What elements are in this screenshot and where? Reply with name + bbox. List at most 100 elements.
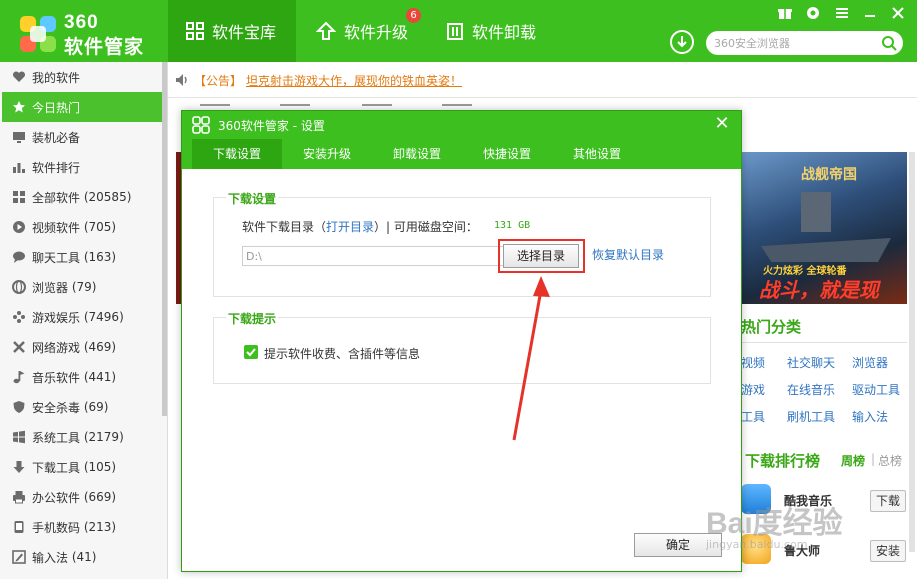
sidebar-item-browser[interactable]: 浏览器 (79): [2, 272, 162, 302]
close-icon[interactable]: [888, 6, 908, 22]
sidebar-scrollbar[interactable]: [162, 62, 167, 416]
notice-link[interactable]: 坦克射击游戏大作，展现你的铁血英姿！: [246, 72, 462, 89]
tab-install-upgrade[interactable]: 安装升级: [282, 139, 372, 169]
hot-category-link[interactable]: 游戏: [741, 381, 765, 398]
tab-software-library[interactable]: 软件宝库: [168, 0, 296, 62]
dialog-title: 360软件管家 - 设置: [218, 119, 325, 133]
sidebar-item-chat[interactable]: 聊天工具 (163): [2, 242, 162, 272]
open-dir-link[interactable]: 打开目录: [326, 220, 374, 234]
app-header: 360 软件管家 软件宝库 软件升级 6 软件卸载 360安全浏览器: [0, 0, 917, 62]
tab-label: 软件升级: [344, 23, 409, 42]
sidebar-item-label: 今日热门: [32, 100, 81, 115]
download-tip-group: 下载提示 提示软件收费、含插件等信息: [213, 310, 711, 384]
search-icon[interactable]: [881, 35, 897, 51]
sidebar-item-count: (213): [83, 520, 117, 534]
tab-other-settings[interactable]: 其他设置: [552, 139, 642, 169]
sidebar-item-my-software[interactable]: 我的软件: [2, 62, 162, 92]
sidebar-item-label: 系统工具: [32, 430, 81, 445]
sidebar-item-count: (705): [83, 220, 117, 234]
tab-uninstall-settings[interactable]: 卸载设置: [372, 139, 462, 169]
tab-shortcut-settings[interactable]: 快捷设置: [462, 139, 552, 169]
sidebar-item-games[interactable]: 游戏娱乐 (7496): [2, 302, 162, 332]
sidebar-item-download-tools[interactable]: 下载工具 (105): [2, 452, 162, 482]
divider: [741, 342, 907, 343]
dialog-tabs: 下载设置 安装升级 卸载设置 快捷设置 其他设置: [182, 139, 741, 169]
sidebar-item-label: 全部软件: [32, 190, 81, 205]
tab-download-settings[interactable]: 下载设置: [192, 139, 282, 169]
sidebar-item-office[interactable]: 办公软件 (669): [2, 482, 162, 512]
skin-icon[interactable]: [803, 6, 823, 22]
dialog-close-icon[interactable]: ✕: [712, 114, 732, 134]
install-button[interactable]: 安装: [870, 540, 906, 562]
monitor-icon: [13, 132, 25, 143]
group-title: 下载设置: [226, 190, 279, 207]
sidebar-item-system-tools[interactable]: 系统工具 (2179): [2, 422, 162, 452]
dir-label-end: ）| 可用磁盘空间：: [374, 220, 478, 234]
trash-icon: [447, 23, 463, 40]
shield-icon: [13, 401, 25, 413]
tab-software-uninstall[interactable]: 软件卸载: [428, 0, 556, 62]
sidebar-item-label: 办公软件: [32, 490, 81, 505]
download-path-field[interactable]: [242, 246, 504, 266]
dialog-titlebar[interactable]: 360软件管家 - 设置 ✕: [182, 111, 741, 139]
logo-name: 软件管家: [64, 36, 145, 58]
sidebar-item-ranking[interactable]: 软件排行: [2, 152, 162, 182]
hot-category-link[interactable]: 驱动工具: [852, 381, 900, 398]
download-manager-icon[interactable]: [670, 30, 694, 54]
sidebar-item-count: (163): [83, 250, 117, 264]
group-title: 下载提示: [226, 310, 279, 327]
hot-category-link[interactable]: 工具: [741, 408, 765, 425]
restore-default-dir-link[interactable]: 恢复默认目录: [592, 246, 664, 263]
sidebar-item-label: 聊天工具: [32, 250, 81, 265]
grid-icon: [186, 22, 204, 40]
sidebar-item-all[interactable]: 全部软件 (20585): [2, 182, 162, 212]
sidebar-item-label: 游戏娱乐: [32, 310, 81, 325]
settings-dialog: 360软件管家 - 设置 ✕ 下载设置 安装升级 卸载设置 快捷设置 其他设置 …: [181, 110, 742, 572]
sidebar-item-label: 网络游戏: [32, 340, 81, 355]
banner-ship-tower: [801, 192, 831, 232]
sidebar-item-count: (7496): [83, 310, 124, 324]
game-ad-banner[interactable]: 战舰帝国 火力炫彩 全球轮番 战斗，就是现在!: [741, 152, 907, 304]
sidebar-item-online-games[interactable]: 网络游戏 (469): [2, 332, 162, 362]
sidebar-item-count: (41): [71, 550, 97, 564]
sidebar-item-essentials[interactable]: 装机必备: [2, 122, 162, 152]
search-input[interactable]: 360安全浏览器: [706, 31, 903, 55]
sidebar-item-today-hot[interactable]: 今日热门: [2, 92, 162, 122]
gift-icon[interactable]: [775, 6, 795, 22]
hot-category-link[interactable]: 刷机工具: [787, 408, 835, 425]
sidebar-item-music[interactable]: 音乐软件 (441): [2, 362, 162, 392]
banner-slogan: 战斗，就是现在!: [759, 278, 879, 302]
tip-checkbox-label[interactable]: 提示软件收费、含插件等信息: [264, 345, 420, 362]
hot-category-link[interactable]: 在线音乐: [787, 381, 835, 398]
download-icon: [13, 461, 25, 473]
sidebar: 我的软件 今日热门 装机必备 软件排行 全部软件 (20585) 视频软件 (7…: [0, 62, 168, 579]
tab-separator: |: [871, 452, 876, 466]
sidebar-item-count: (2179): [83, 430, 124, 444]
heart-icon: [12, 71, 26, 82]
download-button[interactable]: 下载: [870, 490, 906, 512]
sidebar-item-label: 软件排行: [32, 160, 81, 175]
hot-category-link[interactable]: 社交聊天: [787, 354, 835, 371]
sidebar-item-security[interactable]: 安全杀毒 (69): [2, 392, 162, 422]
hot-category-link[interactable]: 输入法: [852, 408, 888, 425]
sidebar-item-mobile[interactable]: 手机数码 (213): [2, 512, 162, 542]
app-logo: 360 软件管家: [14, 8, 164, 58]
sidebar-item-label: 浏览器: [32, 280, 69, 295]
hot-category-link[interactable]: 浏览器: [852, 354, 888, 371]
menu-icon[interactable]: [832, 6, 852, 22]
watermark-url: jingyan.baidu.com: [706, 538, 808, 551]
speaker-icon: [176, 74, 187, 86]
highlight-box: [498, 239, 585, 273]
sidebar-item-video[interactable]: 视频软件 (705): [2, 212, 162, 242]
hot-category-link[interactable]: 视频: [741, 354, 765, 371]
watermark-logo: Bai度经验: [706, 507, 843, 540]
tab-total-ranking[interactable]: 总榜: [878, 452, 902, 469]
tab-weekly-ranking[interactable]: 周榜: [841, 452, 865, 469]
content-scrollbar[interactable]: [909, 152, 915, 552]
music-icon: [13, 371, 25, 384]
minimize-icon[interactable]: [860, 6, 880, 22]
sidebar-item-input-method[interactable]: 输入法 (41): [2, 542, 162, 572]
star-icon: [13, 101, 25, 113]
tip-checkbox[interactable]: [244, 345, 258, 359]
tab-software-upgrade[interactable]: 软件升级: [298, 0, 426, 62]
